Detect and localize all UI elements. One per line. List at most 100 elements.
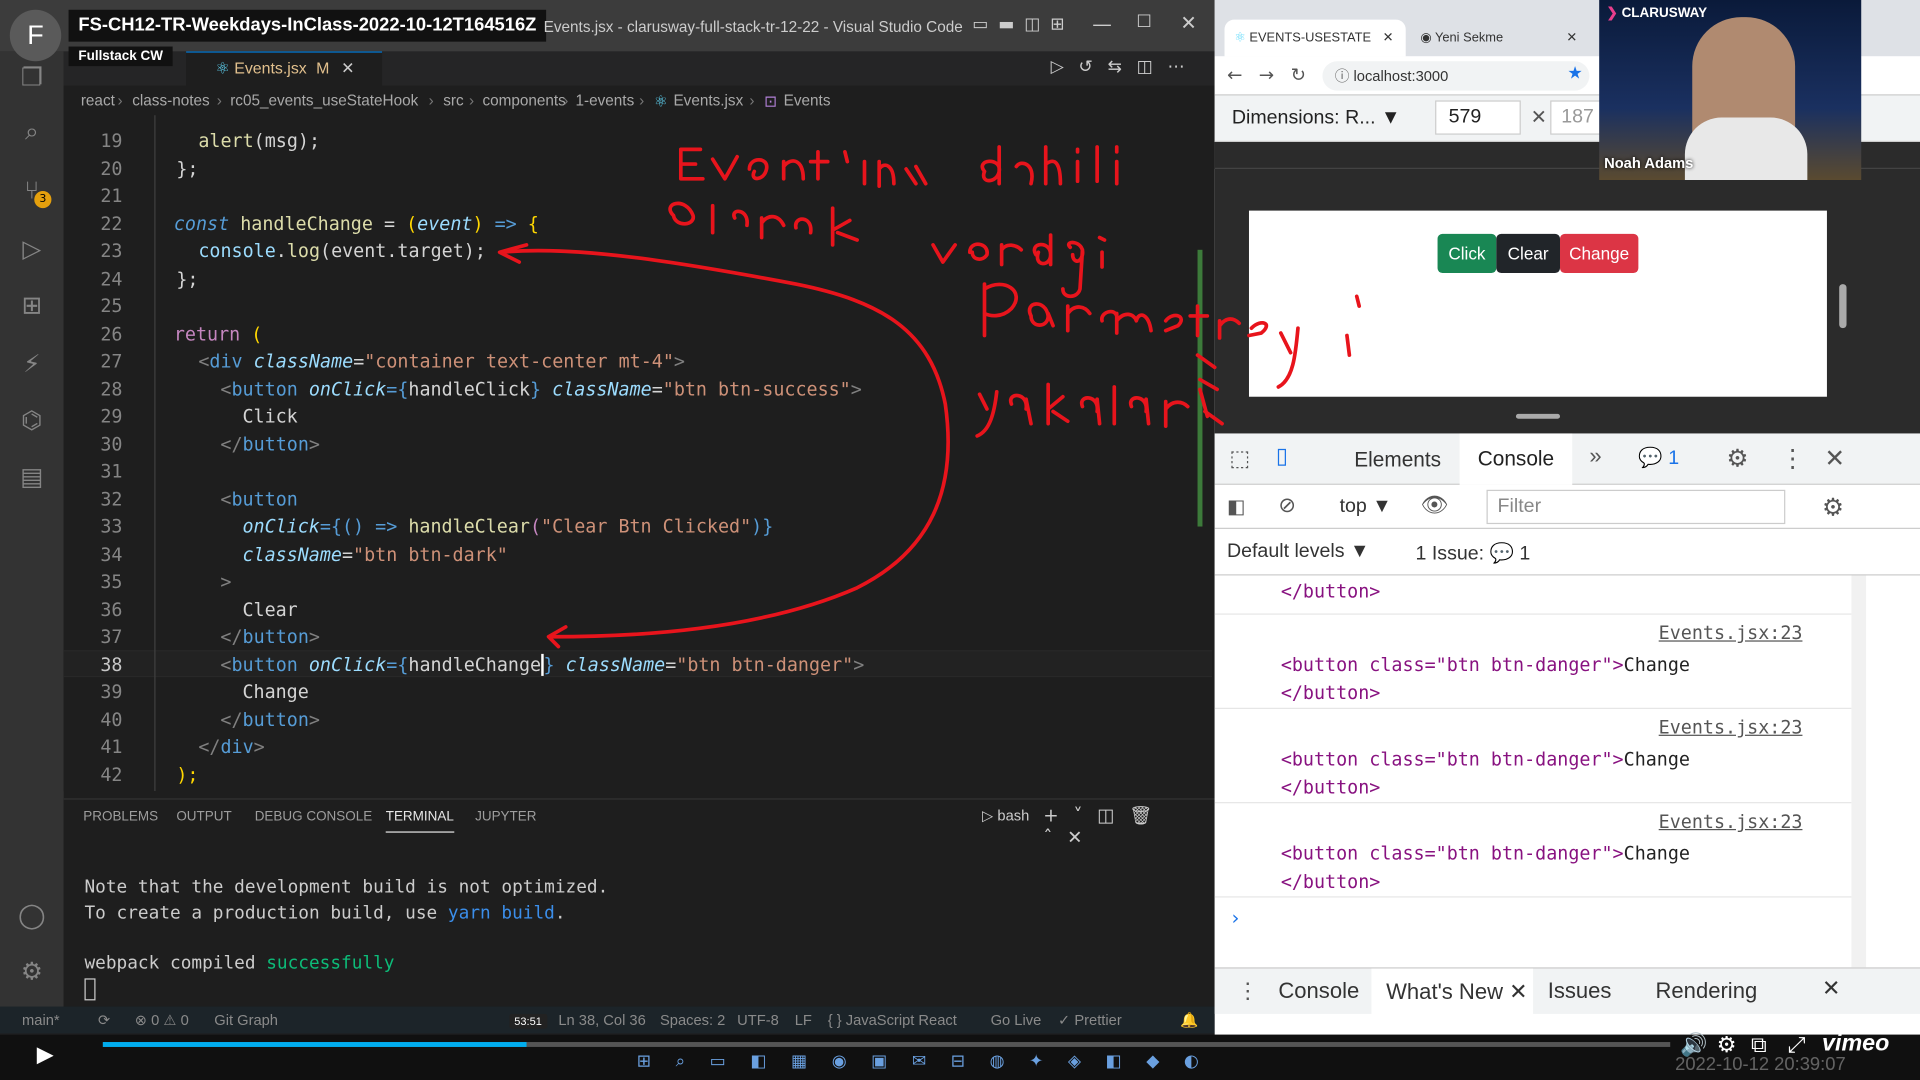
forward-icon[interactable]: → bbox=[1259, 64, 1274, 86]
book-icon[interactable]: ▤ bbox=[16, 460, 48, 492]
tab-events-jsx[interactable]: ⚛ Events.jsx M ✕ bbox=[186, 51, 383, 86]
gear-icon[interactable]: ⚙ bbox=[1727, 443, 1749, 474]
gear-icon[interactable]: ⚙ bbox=[1822, 492, 1844, 523]
source-link[interactable]: Events.jsx:23 bbox=[1659, 716, 1803, 738]
close-drawer-icon[interactable]: ✕ bbox=[1822, 976, 1840, 1002]
context-select[interactable]: top ▼ bbox=[1340, 496, 1392, 518]
go-live[interactable]: Go Live bbox=[991, 1011, 1042, 1028]
close-icon[interactable]: ✕ bbox=[1383, 20, 1394, 57]
editor-actions[interactable]: ▷↺⇆◫⋯ bbox=[1051, 58, 1200, 78]
star-icon[interactable]: ★ bbox=[1567, 64, 1582, 84]
layout-controls[interactable]: ▭▬◫⊞ bbox=[972, 15, 1074, 35]
inspect-icon[interactable]: ⬚ bbox=[1229, 446, 1250, 472]
gear-icon[interactable]: ⚙ bbox=[1717, 1032, 1737, 1058]
close-devtools-icon[interactable]: ✕ bbox=[1824, 443, 1845, 474]
line-number: 20 bbox=[100, 157, 123, 181]
breadcrumb-item[interactable]: 1-events bbox=[576, 92, 635, 109]
sidebar-toggle-icon[interactable]: ◧ bbox=[1227, 495, 1246, 519]
change-button[interactable]: Change bbox=[1560, 233, 1639, 274]
width-input[interactable]: 579 bbox=[1435, 100, 1521, 135]
close-icon[interactable]: ✕ bbox=[1566, 20, 1577, 57]
cursor-position[interactable]: Ln 38, Col 36 bbox=[558, 1011, 645, 1028]
search-icon[interactable]: ⌕ bbox=[16, 115, 48, 147]
play-icon[interactable]: ▶ bbox=[37, 1042, 54, 1068]
back-icon[interactable]: ← bbox=[1227, 64, 1242, 86]
maximize-button[interactable]: ☐ bbox=[1136, 12, 1151, 32]
breadcrumb-item[interactable]: Events.jsx bbox=[673, 92, 743, 109]
tab-events-usestate[interactable]: ⚛ EVENTS-USESTATE ✕ bbox=[1224, 19, 1406, 57]
tab-terminal[interactable]: TERMINAL bbox=[385, 809, 454, 833]
resize-handle[interactable] bbox=[1839, 284, 1847, 329]
sync-icon[interactable]: ⟳ bbox=[98, 1011, 110, 1028]
explorer-icon[interactable]: ❐ bbox=[16, 61, 48, 93]
encoding[interactable]: UTF-8 bbox=[737, 1011, 779, 1028]
breadcrumb-item[interactable]: class-notes bbox=[132, 92, 209, 109]
code-line: <button bbox=[220, 488, 298, 511]
issues-link[interactable]: 1 Issue: 💬 1 bbox=[1416, 541, 1531, 565]
remote-icon[interactable]: ⌬ bbox=[16, 404, 48, 436]
eye-icon[interactable]: 👁 bbox=[1420, 492, 1448, 518]
device-toggle-icon[interactable]: ▯ bbox=[1276, 443, 1288, 469]
tab-console[interactable]: Console bbox=[1459, 433, 1573, 485]
breadcrumb-item[interactable]: rc05_events_useStateHook bbox=[230, 92, 418, 109]
terminal-actions[interactable]: +˅◫🗑ˆ✕ bbox=[1043, 804, 1214, 848]
branch-indicator[interactable]: main* bbox=[22, 1011, 60, 1028]
close-icon[interactable]: ✕ bbox=[341, 59, 354, 77]
tab-elements[interactable]: Elements bbox=[1354, 448, 1441, 472]
source-link[interactable]: Events.jsx:23 bbox=[1659, 622, 1803, 644]
tab-output[interactable]: OUTPUT bbox=[176, 809, 231, 824]
tab-whats-new[interactable]: What's New ✕ bbox=[1371, 968, 1534, 1016]
breadcrumb-item[interactable]: src bbox=[443, 92, 463, 109]
gear-icon[interactable]: ⚙ bbox=[16, 955, 48, 987]
breadcrumb-item[interactable]: Events bbox=[784, 92, 831, 109]
tab-problems[interactable]: PROBLEMS bbox=[83, 809, 158, 824]
breadcrumb-item[interactable]: components bbox=[482, 92, 565, 109]
close-button[interactable]: ✕ bbox=[1180, 11, 1196, 34]
progress-track[interactable] bbox=[102, 1042, 1671, 1047]
bell-icon[interactable]: 🔔 bbox=[1180, 1011, 1198, 1028]
git-graph[interactable]: Git Graph bbox=[214, 1011, 278, 1028]
console-scrollbar[interactable] bbox=[1851, 575, 1867, 968]
breadcrumb-item[interactable]: react bbox=[81, 92, 115, 109]
dimensions-select[interactable]: Dimensions: R... ▼ bbox=[1232, 108, 1401, 130]
drawer-menu-icon[interactable]: ⋮ bbox=[1237, 978, 1259, 1004]
eol[interactable]: LF bbox=[795, 1011, 812, 1028]
tab-drawer-console[interactable]: Console bbox=[1278, 978, 1359, 1004]
resize-handle[interactable] bbox=[1515, 413, 1561, 419]
fullscreen-icon[interactable]: ⤢ bbox=[1788, 1032, 1806, 1058]
filter-input[interactable]: Filter bbox=[1486, 489, 1786, 525]
console-levels-bar: Default levels ▼ 1 Issue: 💬 1 bbox=[1214, 528, 1920, 576]
tab-new[interactable]: ◉ Yeni Sekme ✕ bbox=[1418, 20, 1589, 57]
minimize-button[interactable]: — bbox=[1092, 12, 1112, 35]
tab-jupyter[interactable]: JUPYTER bbox=[475, 809, 536, 824]
issues-button[interactable]: 💬 1 bbox=[1638, 446, 1679, 470]
indentation[interactable]: Spaces: 2 bbox=[660, 1011, 725, 1028]
run-debug-icon[interactable]: ▷ bbox=[16, 233, 48, 265]
line-number: 31 bbox=[100, 460, 123, 483]
window-title: Events.jsx - clarusway-full-stack-tr-12-… bbox=[543, 18, 963, 36]
click-button[interactable]: Click bbox=[1437, 233, 1497, 274]
console-prompt[interactable]: › bbox=[1229, 906, 1241, 929]
account-icon[interactable]: ◯ bbox=[16, 899, 48, 931]
levels-select[interactable]: Default levels ▼ bbox=[1227, 541, 1369, 563]
tab-rendering[interactable]: Rendering bbox=[1656, 978, 1758, 1004]
volume-icon[interactable]: 🔊 bbox=[1680, 1032, 1707, 1058]
problems-count[interactable]: ⊗ 0 ⚠ 0 bbox=[135, 1011, 189, 1028]
tab-debug-console[interactable]: DEBUG CONSOLE bbox=[255, 809, 373, 824]
kebab-menu-icon[interactable]: ⋮ bbox=[1780, 443, 1804, 474]
reload-icon[interactable]: ↻ bbox=[1291, 64, 1306, 86]
clear-console-icon[interactable]: ⊘ bbox=[1278, 493, 1295, 517]
tab-issues[interactable]: Issues bbox=[1548, 978, 1612, 1004]
more-tabs-icon[interactable]: » bbox=[1589, 443, 1601, 469]
url-field[interactable]: ⓘ localhost:3000 bbox=[1322, 61, 1590, 91]
extensions-icon[interactable]: ⊞ bbox=[16, 289, 48, 321]
source-link[interactable]: Events.jsx:23 bbox=[1659, 811, 1803, 833]
prettier[interactable]: ✓ Prettier bbox=[1058, 1011, 1122, 1028]
shell-selector[interactable]: ▷ bash bbox=[982, 807, 1029, 824]
code-editor[interactable]: 19 20 21 22 23 24 25 26 27 28 29 30 31 3… bbox=[63, 115, 1213, 792]
pip-icon[interactable]: ⧉ bbox=[1751, 1032, 1767, 1058]
lightning-icon[interactable]: ⚡ bbox=[16, 348, 48, 380]
language-mode[interactable]: { } JavaScript React bbox=[828, 1011, 957, 1028]
clear-button[interactable]: Clear bbox=[1496, 233, 1561, 274]
close-icon[interactable]: ✕ bbox=[1509, 980, 1527, 1004]
